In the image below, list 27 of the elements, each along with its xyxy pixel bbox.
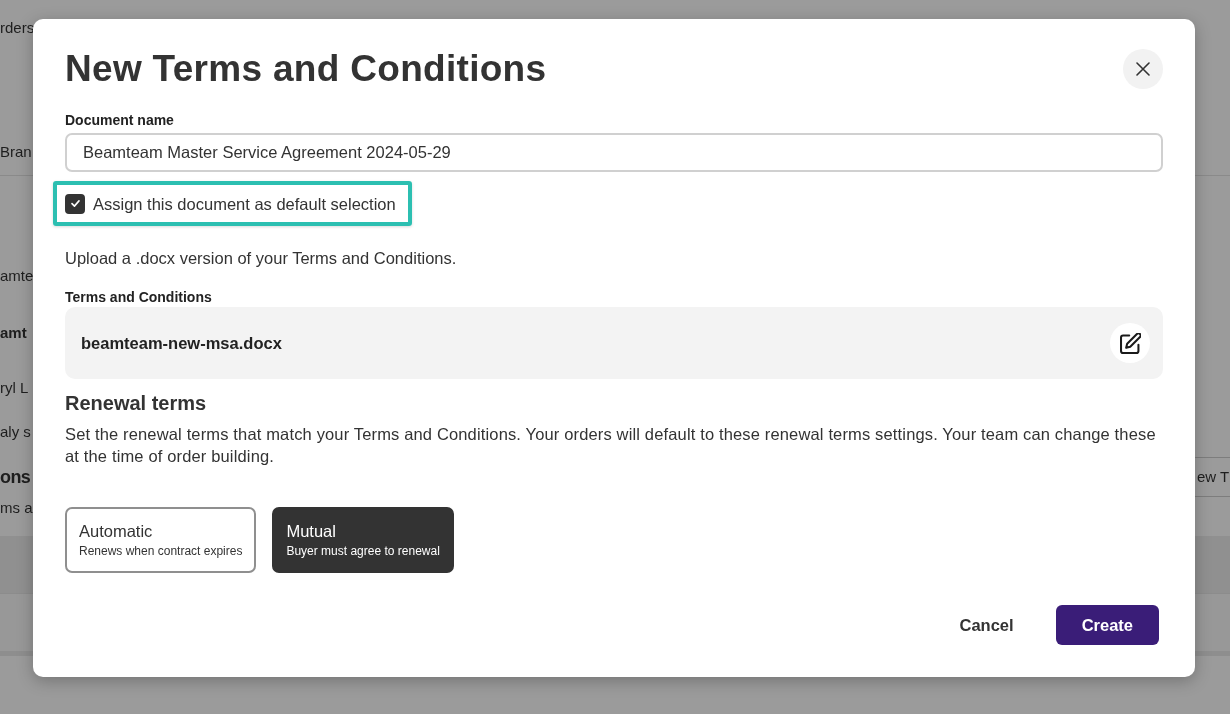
close-button[interactable] [1123, 49, 1163, 89]
close-icon [1136, 62, 1150, 76]
page-text: amt [0, 323, 27, 343]
section-description: Set the renewal terms that match your Terms and Conditions. Your orders will default to these renewal terms settings. Your team can change these at the time of order building. [65, 424, 1157, 467]
check-icon [70, 200, 80, 207]
section-heading: ons [0, 466, 31, 489]
page-text: aly s [0, 422, 31, 442]
checkbox[interactable] [65, 193, 85, 214]
edit-button[interactable] [1110, 323, 1150, 363]
page-text: amte [0, 266, 34, 286]
pencil-square-icon [1119, 332, 1141, 354]
page-text: ms a [0, 498, 33, 518]
field-label: Terms and Conditions [65, 288, 212, 306]
document-name-field[interactable]: Beamteam Master Service Agreement 2024-05-29 [65, 133, 1163, 172]
page-tab[interactable]: Bran [0, 141, 32, 163]
file-name: beamteam-new-msa.docx [81, 333, 282, 353]
nav-tab[interactable]: rders [0, 17, 35, 39]
create-button[interactable]: Create [1055, 605, 1159, 645]
upload-hint: Upload a .docx version of your Terms and Conditions. [65, 248, 457, 269]
dialog-title: New Terms and Conditions [65, 49, 547, 89]
checkbox-label[interactable]: Assign this document as default selection [93, 192, 396, 215]
section-title: Renewal terms [65, 391, 207, 416]
cancel-button[interactable]: Cancel [951, 605, 1022, 645]
field-label: Document name [65, 111, 174, 129]
page-text: ryl L [0, 378, 29, 398]
renewal-option[interactable]: Mutual Buyer must agree to renewal [272, 507, 454, 573]
renewal-option[interactable]: Automatic Renews when contract expires [65, 507, 257, 573]
